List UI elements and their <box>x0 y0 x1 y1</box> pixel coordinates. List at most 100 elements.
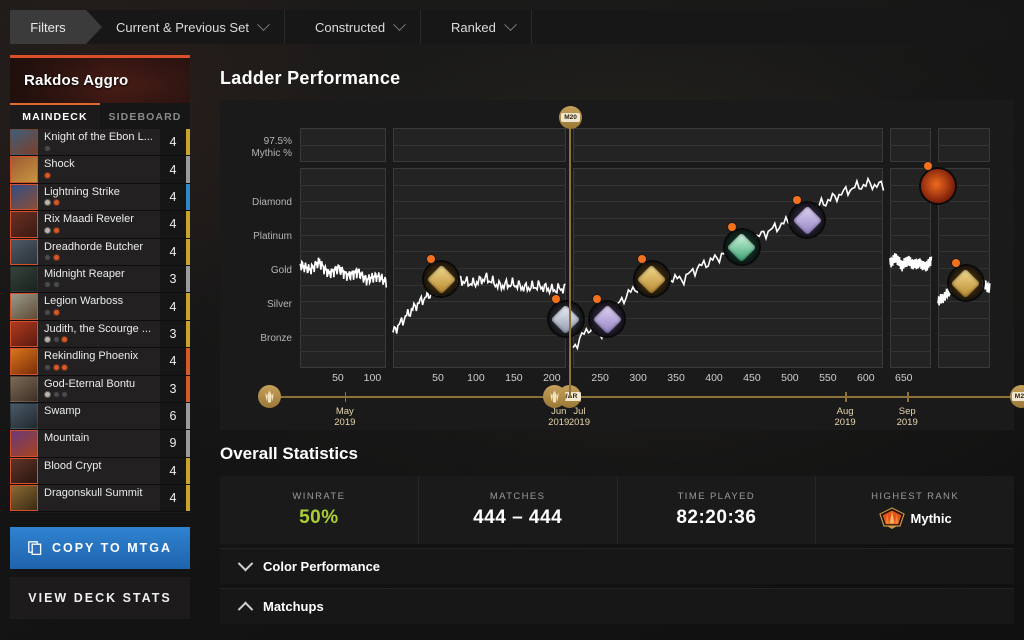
card-info: Dragonskull Summit <box>38 485 160 512</box>
card-rarity-bar <box>186 402 190 430</box>
card-rarity-bar <box>186 348 190 375</box>
chart-gridline <box>572 145 884 146</box>
deck-header: Rakdos Aggro <box>10 58 190 103</box>
mana-symbol-b-icon <box>52 391 60 399</box>
deck-card-row[interactable]: Judith, the Scourge ... 3 <box>10 320 190 349</box>
mana-symbol-r-icon <box>52 254 60 262</box>
card-rarity-bar <box>186 375 190 402</box>
deck-tabs: MAINDECK SIDEBOARD <box>10 103 190 129</box>
deck-card-row[interactable]: Dragonskull Summit 4 <box>10 485 190 512</box>
deck-card-row[interactable]: Knight of the Ebon L... 4 <box>10 129 190 157</box>
filter-chip-set[interactable]: Current & Previous Set <box>86 10 285 44</box>
x-axis-tick: 50 <box>332 372 344 384</box>
mana-symbol-r-icon <box>61 336 68 344</box>
accordion-matchups-label: Matchups <box>263 599 324 614</box>
deck-card-row[interactable]: Shock 4 <box>10 156 190 184</box>
chart-data-point[interactable] <box>551 295 560 303</box>
chart-data-point[interactable] <box>727 223 736 231</box>
rank-gem-icon <box>426 264 457 294</box>
diamond-rank-icon[interactable] <box>724 230 759 264</box>
set-pin-label: M20 <box>561 113 580 122</box>
highest-rank-value: Mythic <box>878 507 952 529</box>
view-deck-stats-button[interactable]: VIEW DECK STATS <box>10 577 190 619</box>
filter-chip-format[interactable]: Constructed <box>285 10 422 44</box>
card-art-thumbnail <box>10 265 38 293</box>
stat-winrate-value: 50% <box>299 507 339 528</box>
x-axis-tick: 600 <box>857 372 875 384</box>
card-name: Judith, the Scourge ... <box>44 322 152 335</box>
x-axis-tick: 250 <box>591 372 609 384</box>
y-axis-label-bronze: Bronze <box>260 333 292 344</box>
card-art-thumbnail <box>10 348 38 375</box>
deck-name: Rakdos Aggro <box>24 72 129 89</box>
set-release-pin[interactable] <box>257 385 281 408</box>
tab-sideboard[interactable]: SIDEBOARD <box>100 103 190 129</box>
ladder-performance-chart[interactable]: 97.5% Mythic % Diamond Platinum Gold Silver Br… <box>220 100 1024 430</box>
mana-cost <box>44 281 160 289</box>
card-art-thumbnail <box>10 183 38 211</box>
mana-symbol-r-icon <box>61 363 68 371</box>
chevron-up-icon <box>237 601 254 618</box>
mana-cost <box>44 308 160 316</box>
y-axis-label-mythic: 97.5% Mythic % <box>251 136 292 159</box>
set-release-pin[interactable] <box>542 385 566 408</box>
deck-card-row[interactable]: Rix Maadi Reveler 4 <box>10 211 190 239</box>
silver-rank-icon[interactable] <box>548 302 583 336</box>
card-rarity-bar <box>186 129 190 156</box>
card-art-thumbnail <box>10 156 38 183</box>
y-axis-label-diamond: Diamond <box>251 197 292 208</box>
chart-data-point[interactable] <box>593 295 602 303</box>
x-axis-tick: 100 <box>363 372 382 384</box>
accordion-matchups[interactable]: Matchups <box>220 588 1014 624</box>
card-art-thumbnail <box>10 430 38 457</box>
stat-winrate: WINRATE 50% <box>220 476 419 544</box>
gold-rank-icon[interactable] <box>948 266 983 300</box>
chevron-down-icon <box>393 17 406 31</box>
x-axis-tick: 450 <box>743 372 761 384</box>
chart-data-point[interactable] <box>637 255 646 263</box>
rank-gem-icon <box>592 304 622 334</box>
deck-card-row[interactable]: Swamp 6 <box>10 402 190 431</box>
platinum-rank-icon[interactable] <box>790 203 825 237</box>
card-info: Mountain <box>38 430 160 457</box>
set-release-pin[interactable]: M20 <box>1010 385 1024 408</box>
deck-card-row[interactable]: Blood Crypt 4 <box>10 457 190 486</box>
tab-maindeck[interactable]: MAINDECK <box>10 103 100 129</box>
card-quantity: 3 <box>160 265 186 293</box>
card-quantity: 4 <box>160 183 186 211</box>
deck-card-row[interactable]: God-Eternal Bontu 3 <box>10 375 190 403</box>
card-name: Dragonskull Summit <box>44 487 143 500</box>
x-axis-tick: 50 <box>432 372 444 384</box>
set-release-pin[interactable]: M20 <box>559 106 583 129</box>
stat-highest-rank-label: HIGHEST RANK <box>871 491 960 502</box>
filter-chip-mode[interactable]: Ranked <box>421 10 532 44</box>
view-deck-stats-label: VIEW DECK STATS <box>28 591 172 605</box>
stat-matches: MATCHES 444 – 444 <box>419 476 618 544</box>
card-list[interactable]: Knight of the Ebon L... 4 Shock 4 Lightning … <box>10 129 190 512</box>
deck-card-row[interactable]: Legion Warboss 4 <box>10 293 190 321</box>
gold-rank-icon[interactable] <box>634 262 669 296</box>
chart-data-point[interactable] <box>951 259 960 267</box>
copy-to-mtga-button[interactable]: COPY TO MTGA <box>10 527 190 569</box>
card-rarity-bar <box>186 183 190 211</box>
deck-card-row[interactable]: Dreadhorde Butcher 4 <box>10 238 190 266</box>
accordion-color-performance-label: Color Performance <box>263 559 381 574</box>
deck-card-row[interactable]: Mountain 9 <box>10 430 190 458</box>
mana-symbol-r-icon <box>44 171 51 179</box>
x-axis-tick: 400 <box>705 372 723 384</box>
deck-card-row[interactable]: Rekindling Phoenix 4 <box>10 348 190 376</box>
platinum-rank-icon[interactable] <box>590 302 625 336</box>
deck-card-row[interactable]: Lightning Strike 4 <box>10 183 190 212</box>
card-art-thumbnail <box>10 485 38 512</box>
tab-sideboard-label: SIDEBOARD <box>108 111 182 123</box>
rank-gem-icon <box>792 205 822 235</box>
card-info: Dreadhorde Butcher <box>38 238 160 265</box>
mythic-rank-icon[interactable] <box>921 169 956 203</box>
mana-symbol-b-icon <box>44 144 51 152</box>
mana-cost <box>44 363 160 371</box>
card-name: Lightning Strike <box>44 185 120 198</box>
x-axis-tick: 350 <box>667 372 685 384</box>
accordion-color-performance[interactable]: Color Performance <box>220 548 1014 584</box>
chart-gridline <box>300 145 387 146</box>
deck-card-row[interactable]: Midnight Reaper 3 <box>10 265 190 294</box>
